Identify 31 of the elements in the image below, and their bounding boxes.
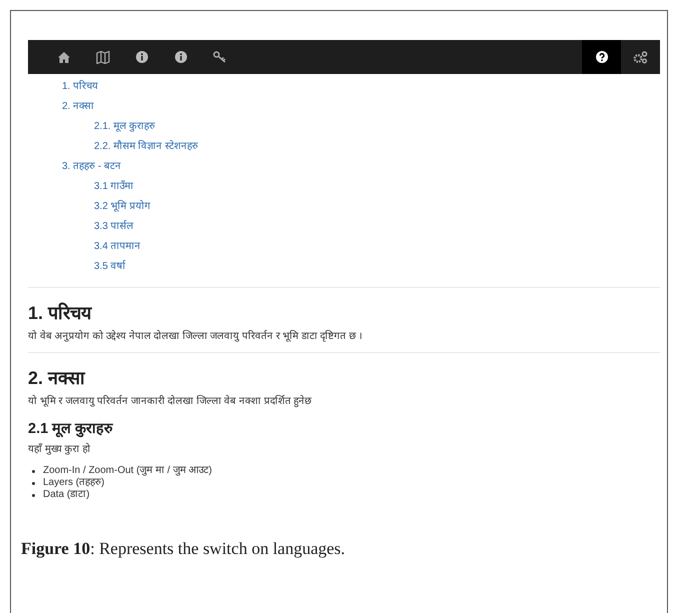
paragraph: यहाँ मुख्य कुरा हो <box>28 442 92 455</box>
list-item: Zoom-In / Zoom-Out (जुम मा / जुम आउट) <box>43 465 212 477</box>
key-icon <box>213 51 226 63</box>
info-icon <box>174 51 186 63</box>
toc-link[interactable]: 3. तहहरु - बटन <box>62 161 122 172</box>
subsection-heading: 2.1 मूल कुराहरु <box>28 420 114 437</box>
bullet-icon <box>32 482 35 484</box>
paragraph: यो भूमि र जलवायु परिवर्तन जानकारी दोलखा जिल्ला वेब नक्शा प्रदर्शित हुनेछ <box>28 394 313 407</box>
toc-link[interactable]: 3.1 गाउँमा <box>94 181 134 192</box>
toc-link[interactable]: 3.3 पार्सल <box>94 221 134 232</box>
section-heading: 1. परिचय <box>28 302 93 324</box>
toc-link[interactable]: 2. नक्सा <box>62 101 94 112</box>
home-icon <box>58 52 70 62</box>
toc-link[interactable]: 3.4 तापमान <box>94 241 141 252</box>
list-item: Layers (तहहरु) <box>43 477 104 489</box>
toc-link[interactable]: 3.2 भूमि प्रयोग <box>94 201 150 212</box>
nav-button[interactable] <box>582 40 621 74</box>
bullet-icon <box>32 494 35 496</box>
gears-icon <box>633 50 648 64</box>
map-icon <box>96 50 110 64</box>
section-heading: 2. नक्सा <box>28 367 86 389</box>
list-item: Data (डाटा) <box>43 489 90 501</box>
bullet-icon <box>32 470 35 472</box>
toc-link[interactable]: 2.2. मौसम विज्ञान स्टेशनहरु <box>94 141 198 152</box>
toc-link[interactable]: 3.5 वर्षा <box>94 261 126 272</box>
info-icon <box>136 51 148 63</box>
figure-caption: Figure 10: Represents the switch on languages. <box>21 539 346 559</box>
paragraph: यो वेब अनुप्रयोग को उद्देश्य नेपाल दोलखा जिल्ला जलवायु परिवर्तन र भूमि डाटा दृष्टिगत छ । <box>28 329 364 342</box>
toc-link[interactable]: 1. परिचय <box>62 81 98 92</box>
toc-link[interactable]: 2.1. मूल कुराहरु <box>94 121 156 132</box>
help-icon <box>596 51 608 63</box>
